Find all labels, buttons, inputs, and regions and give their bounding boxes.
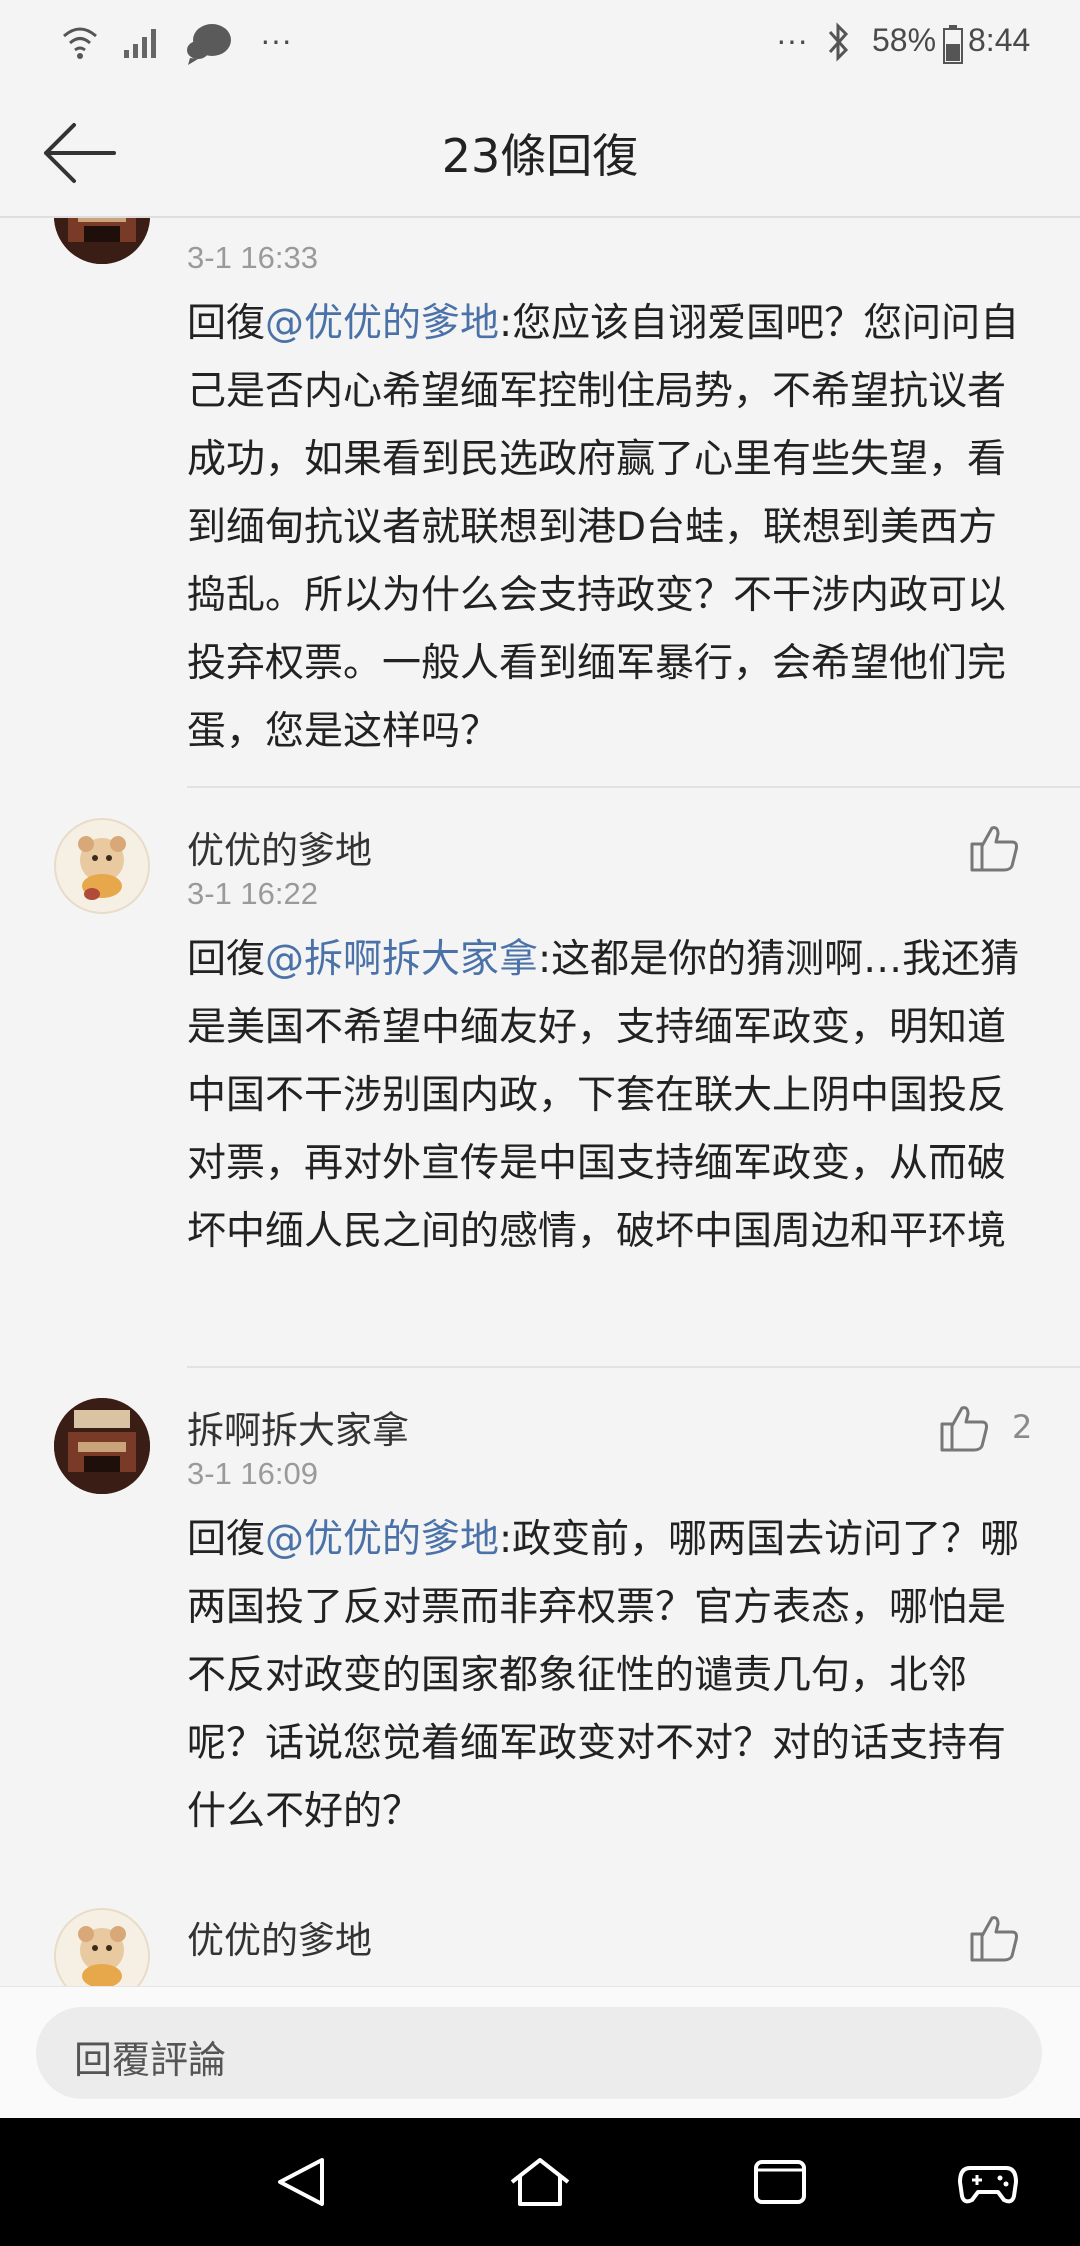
status-bar: ··· ··· 58% 8:44 [0,0,1080,90]
comment-body: :政变前，哪两国去访问了？哪两国投了反对票而非弃权票？官方表态，哪怕是不反对政变… [187,1517,1020,1834]
nav-home-button[interactable] [508,2152,572,2212]
divider [187,1366,1080,1368]
recents-icon [754,2160,806,2204]
nav-back-button[interactable] [270,2152,334,2212]
comment-time: 3-1 16:09 [187,1456,318,1491]
like-button[interactable] [966,1910,1026,1970]
like-count: 2 [1012,1408,1033,1446]
signal-icon [122,26,162,64]
comment-list[interactable]: 3-1 16:33 回復@优优的爹地:您应该自诩爱国吧？您问问自己是否内心希望缅… [0,218,1080,1986]
chat-bubble-icon [184,20,234,70]
system-nav-bar [0,2118,1080,2246]
comment-author[interactable]: 优优的爹地 [187,820,372,874]
wifi-icon [60,24,100,66]
comment-time: 3-1 16:33 [187,240,318,275]
battery-icon [942,24,964,68]
thumbs-up-icon [970,826,1018,872]
avatar[interactable] [54,1398,150,1494]
divider [187,786,1080,788]
avatar[interactable] [54,1908,150,1986]
reply-prefix: 回復 [187,937,266,982]
home-icon [510,2158,570,2206]
comment-author[interactable]: 拆啊拆大家拿 [187,1400,409,1454]
comment-body: :您应该自诩爱国吧？您问问自己是否内心希望缅军控制住局势，不希望抗议者成功，如果… [187,301,1020,754]
header-bar: 23條回復 [0,90,1080,218]
bluetooth-icon [826,22,852,66]
reply-prefix: 回復 [187,1517,266,1562]
status-overflow-right: ··· [776,22,808,58]
avatar[interactable] [54,818,150,914]
like-button[interactable] [936,1400,996,1460]
battery-percent: 58% [872,22,937,58]
comment-text[interactable]: 回復@优优的爹地:政变前，哪两国去访问了？哪两国投了反对票而非弃权票？官方表态，… [187,1506,1027,1846]
page-title: 23條回復 [441,129,639,183]
mention-link[interactable]: @优优的爹地 [265,301,499,346]
clock: 8:44 [968,22,1031,58]
mention-link[interactable]: @拆啊拆大家拿 [265,937,538,982]
comment-author[interactable]: 优优的爹地 [187,1910,372,1964]
thumbs-up-icon [940,1406,988,1452]
reply-placeholder: 回覆評論 [74,2038,227,2082]
nav-game-button[interactable] [956,2152,1020,2212]
back-triangle-icon [278,2158,324,2206]
reply-bar: 回覆評論 [0,1986,1080,2119]
game-controller-icon [958,2166,1018,2204]
nav-recents-button[interactable] [748,2152,812,2212]
comment-body: :这都是你的猜测啊…我还猜是美国不希望中缅友好，支持缅军政变，明知道中国不干涉别… [187,937,1020,1254]
comment-text[interactable]: 回復@优优的爹地:您应该自诩爱国吧？您问问自己是否内心希望缅军控制住局势，不希望… [187,290,1027,766]
comment-text[interactable]: 回復@拆啊拆大家拿:这都是你的猜测啊…我还猜是美国不希望中缅友好，支持缅军政变，… [187,926,1027,1266]
reply-prefix: 回復 [187,301,266,346]
thumbs-up-icon [970,1916,1018,1962]
reply-input[interactable]: 回覆評論 [36,2007,1042,2099]
status-overflow-left: ··· [260,22,292,58]
like-button[interactable] [966,820,1026,880]
mention-link[interactable]: @优优的爹地 [265,1517,499,1562]
avatar[interactable] [54,218,150,264]
comment-time: 3-1 16:22 [187,876,318,911]
